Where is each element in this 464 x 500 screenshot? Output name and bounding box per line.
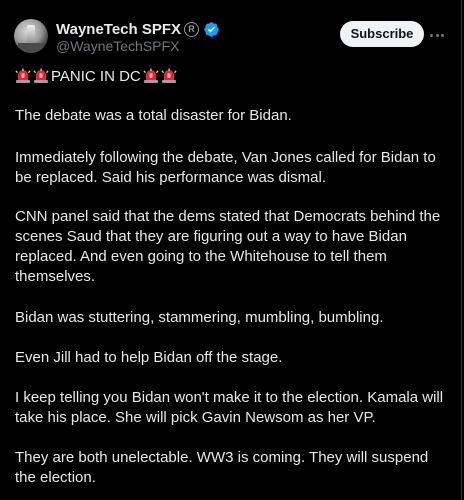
tweet-paragraph: Even Jill had to help Bidan off the stag… [15, 349, 283, 366]
author-handle[interactable]: @WayneTechSPFX [56, 38, 179, 54]
headline-text: PANIC IN DC [51, 67, 141, 85]
tweet-paragraph: They are both unelectable. WW3 is coming… [15, 449, 429, 486]
tweet-headline: PANIC IN DC [15, 66, 179, 86]
more-dot [430, 33, 433, 37]
police-siren-icon [15, 68, 31, 83]
verified-badge-icon[interactable] [203, 21, 220, 38]
tweet-paragraph: Bidan was stuttering, stammering, mumbli… [15, 309, 384, 326]
avatar-base-shape [18, 43, 44, 53]
author-name-row: WayneTech SPFX R [56, 20, 220, 38]
more-dot [441, 33, 444, 37]
registered-trademark-icon: R [184, 21, 200, 37]
tweet-paragraph: Immediately following the debate, Van Jo… [15, 149, 436, 186]
tweet-card: WayneTech SPFX R @WayneTechSPFX Subscrib… [0, 0, 462, 500]
police-siren-icon [143, 68, 159, 83]
tweet-paragraph: CNN panel said that the dems stated that… [15, 208, 441, 285]
author-display-name[interactable]: WayneTech SPFX [56, 21, 181, 38]
police-siren-icon [161, 68, 177, 83]
avatar[interactable] [14, 19, 48, 53]
tweet-paragraph: The debate was a total disaster for Bida… [15, 107, 292, 124]
subscribe-button[interactable]: Subscribe [340, 21, 424, 47]
more-dot [435, 33, 439, 37]
police-siren-icon [33, 68, 49, 83]
more-options-icon[interactable] [430, 28, 444, 42]
tweet-paragraph: I keep telling you Bidan won't make it t… [15, 389, 444, 426]
